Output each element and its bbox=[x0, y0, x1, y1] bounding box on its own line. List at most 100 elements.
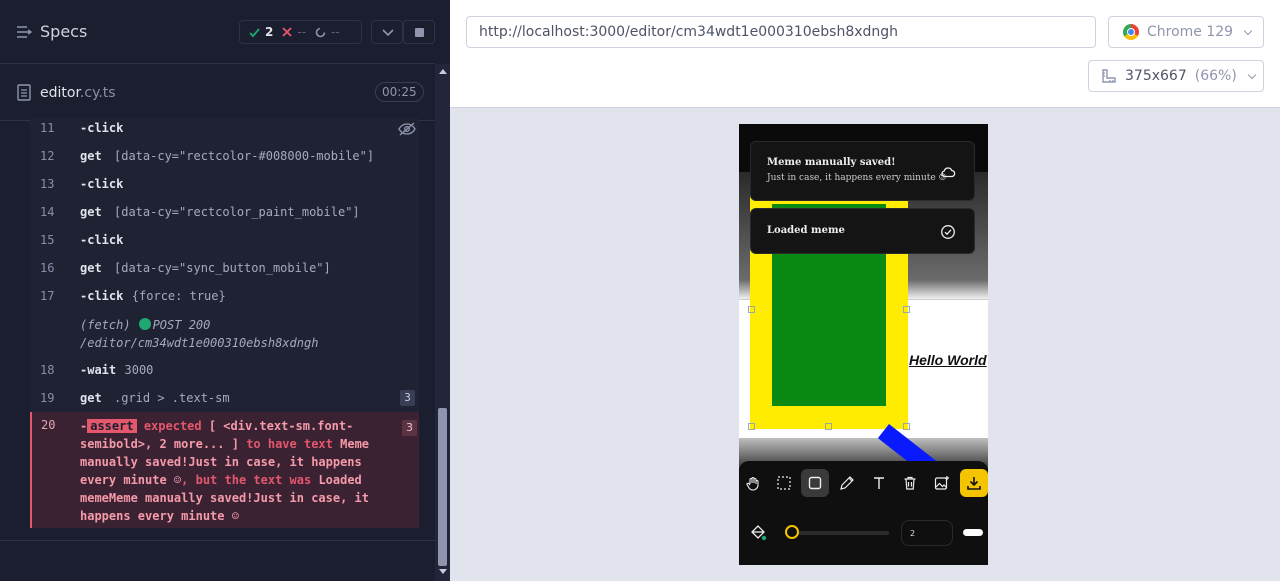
canvas-text[interactable]: Hello World bbox=[909, 352, 987, 368]
scrollbar-thumb[interactable] bbox=[438, 408, 447, 566]
stroke-width-input[interactable] bbox=[901, 520, 953, 546]
url-input[interactable] bbox=[466, 16, 1096, 48]
chevron-down-icon bbox=[1247, 70, 1257, 79]
spec-filename[interactable]: editor.cy.ts bbox=[40, 85, 116, 101]
fetch-log[interactable]: (fetch) POST 200 /editor/cm34wdt1e000310e… bbox=[80, 316, 318, 352]
pending-icon bbox=[315, 27, 326, 37]
stat-passed: 2 bbox=[249, 25, 273, 39]
assertion-count-badge: 3 bbox=[402, 420, 417, 436]
viewport-zoom: (66%) bbox=[1194, 68, 1237, 84]
add-image-button[interactable] bbox=[928, 469, 956, 497]
chevron-down-icon bbox=[382, 29, 394, 37]
stop-icon bbox=[415, 28, 424, 37]
browser-selector-button[interactable]: Chrome 129 bbox=[1108, 16, 1264, 48]
specs-title: Specs bbox=[40, 22, 88, 41]
command-line-number: 16 bbox=[40, 261, 55, 275]
check-circle-icon bbox=[941, 225, 955, 239]
download-icon bbox=[967, 477, 981, 490]
command-line-number: 12 bbox=[40, 149, 55, 163]
editor-toolbar bbox=[739, 461, 988, 565]
scroll-down-arrow-icon[interactable] bbox=[439, 569, 447, 574]
command-line-number: 19 bbox=[40, 391, 55, 405]
chevron-down-icon bbox=[1243, 26, 1253, 35]
assertion-to-have-text: to have text bbox=[246, 437, 333, 451]
resize-handle[interactable] bbox=[748, 306, 755, 313]
reporter-panel: Specs 2 -- -- editor.cy.ts 00:25 11 -cli… bbox=[0, 0, 450, 581]
assertion-line-number: 20 bbox=[41, 418, 56, 432]
toast-title: Meme manually saved! bbox=[767, 157, 896, 168]
hand-icon bbox=[746, 476, 759, 491]
assertion-expected-label: expected bbox=[143, 419, 202, 433]
slider-thumb[interactable] bbox=[785, 525, 799, 539]
app-preview-area: Chrome 129 375x667 (66%) Hello World Mem… bbox=[450, 0, 1280, 581]
ruler-icon bbox=[1102, 69, 1116, 83]
viewport-size: 375x667 bbox=[1125, 68, 1187, 84]
eye-slash-icon[interactable] bbox=[398, 122, 416, 136]
test-stats: 2 -- -- bbox=[239, 20, 362, 44]
stroke-width-slider[interactable] bbox=[787, 531, 889, 535]
toggle-auto-scroll-button[interactable] bbox=[371, 20, 403, 44]
select-tool-button[interactable] bbox=[770, 469, 798, 497]
text-tool-button[interactable] bbox=[865, 469, 893, 497]
fetch-method: POST 200 bbox=[152, 318, 211, 332]
document-icon bbox=[17, 84, 31, 101]
resize-handle[interactable] bbox=[903, 306, 910, 313]
paint-bucket-icon[interactable] bbox=[749, 523, 767, 541]
scroll-up-arrow-icon[interactable] bbox=[439, 69, 447, 74]
resize-handle[interactable] bbox=[748, 423, 755, 430]
reporter-header: Specs 2 -- -- bbox=[0, 0, 435, 64]
rectangle-tool-button[interactable] bbox=[801, 469, 829, 497]
download-button[interactable] bbox=[960, 469, 988, 497]
stop-button[interactable] bbox=[403, 20, 435, 44]
toast-description: Just in case, it happens every minute ☺ bbox=[767, 173, 947, 183]
assert-keyword: assert bbox=[87, 419, 137, 433]
resize-handle[interactable] bbox=[825, 423, 832, 430]
pan-tool-button[interactable] bbox=[739, 469, 767, 497]
passed-count: 2 bbox=[265, 25, 274, 39]
command-name: -wait bbox=[80, 363, 117, 377]
command-name: -click bbox=[80, 121, 124, 135]
reporter-footer bbox=[0, 540, 435, 581]
browser-label: Chrome 129 bbox=[1147, 24, 1234, 40]
command-argument: {force: true} bbox=[131, 289, 226, 303]
command-line-number: 11 bbox=[40, 121, 55, 135]
command-name: get bbox=[80, 391, 102, 405]
fetch-label: (fetch) bbox=[80, 318, 131, 332]
toast-notification: Loaded meme bbox=[750, 208, 975, 254]
viewport-size-button[interactable]: 375x667 (66%) bbox=[1088, 60, 1264, 92]
command-name: get bbox=[80, 149, 102, 163]
spec-filename-ext: .cy.ts bbox=[79, 85, 116, 101]
command-line-number: 13 bbox=[40, 177, 55, 191]
image-plus-icon bbox=[934, 476, 949, 490]
command-name: get bbox=[80, 205, 102, 219]
command-line-number: 18 bbox=[40, 363, 55, 377]
command-log-scrollbar[interactable] bbox=[435, 64, 450, 581]
command-argument: [data-cy="rectcolor-#008000-mobile"] bbox=[114, 149, 375, 163]
command-argument: [data-cy="sync_button_mobile"] bbox=[114, 261, 331, 275]
toast-notification: Meme manually saved! Just in case, it ha… bbox=[750, 141, 975, 201]
command-name: -click bbox=[80, 289, 124, 303]
command-name: -click bbox=[80, 177, 124, 191]
command-argument: [data-cy="rectcolor_paint_mobile"] bbox=[114, 205, 360, 219]
marquee-select-icon bbox=[777, 476, 791, 490]
pending-count: -- bbox=[331, 25, 340, 39]
text-icon bbox=[874, 477, 884, 489]
app-header: Chrome 129 375x667 (66%) bbox=[450, 0, 1280, 108]
chrome-icon bbox=[1123, 24, 1139, 40]
square-icon bbox=[808, 476, 822, 490]
command-line-number: 15 bbox=[40, 233, 55, 247]
stat-failed: -- bbox=[282, 25, 306, 39]
failed-assertion-row[interactable]: 20 - assert expected [ <div.text-sm.font-… bbox=[30, 412, 419, 528]
pen-tool-button[interactable] bbox=[833, 469, 861, 497]
status-dot-icon bbox=[138, 318, 151, 330]
failed-count: -- bbox=[297, 25, 307, 39]
delete-button[interactable] bbox=[896, 469, 924, 497]
fetch-path: /editor/cm34wdt1e000310ebsh8xdngh bbox=[80, 336, 319, 350]
resize-handle[interactable] bbox=[903, 423, 910, 430]
specs-menu-icon[interactable] bbox=[16, 24, 32, 40]
cloud-icon bbox=[941, 167, 956, 178]
command-argument: 3000 bbox=[124, 363, 154, 377]
app-under-test-frame: Hello World Meme manually saved! Just in… bbox=[739, 124, 988, 565]
trash-icon bbox=[904, 476, 916, 490]
command-line-number: 17 bbox=[40, 289, 55, 303]
